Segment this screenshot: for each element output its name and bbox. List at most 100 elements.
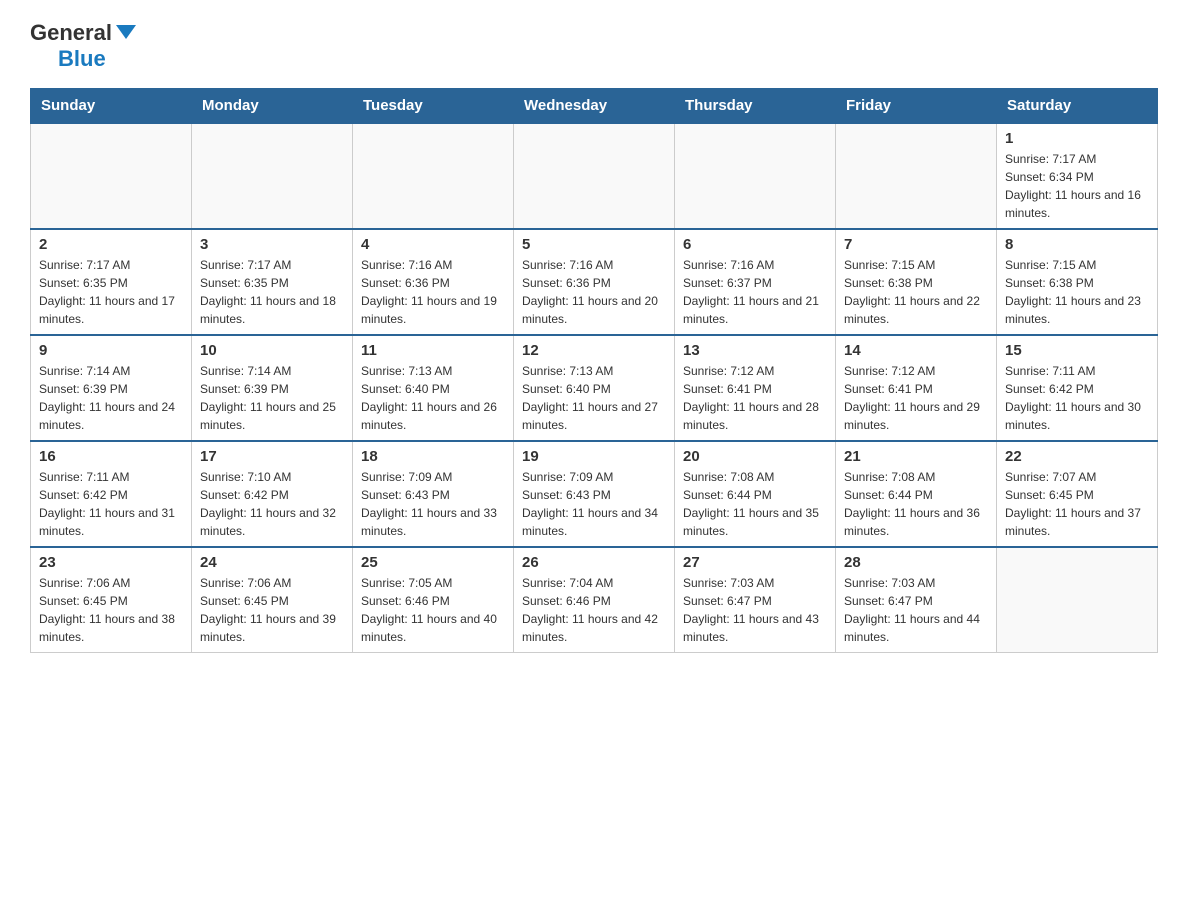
calendar-cell: 12 Sunrise: 7:13 AMSunset: 6:40 PMDayligh… (514, 335, 675, 441)
calendar-cell: 10 Sunrise: 7:14 AMSunset: 6:39 PMDayligh… (192, 335, 353, 441)
day-number: 9 (39, 342, 183, 359)
calendar-cell (836, 123, 997, 229)
weekday-header-saturday: Saturday (997, 89, 1158, 124)
day-info: Sunrise: 7:10 AMSunset: 6:42 PMDaylight:… (200, 468, 344, 540)
logo-blue-line: Blue (30, 46, 106, 72)
day-info: Sunrise: 7:13 AMSunset: 6:40 PMDaylight:… (522, 362, 666, 434)
weekday-header-thursday: Thursday (675, 89, 836, 124)
calendar-cell: 4 Sunrise: 7:16 AMSunset: 6:36 PMDaylight… (353, 229, 514, 335)
calendar-cell: 20 Sunrise: 7:08 AMSunset: 6:44 PMDayligh… (675, 441, 836, 547)
weekday-header-tuesday: Tuesday (353, 89, 514, 124)
day-number: 23 (39, 554, 183, 571)
day-number: 17 (200, 448, 344, 465)
calendar-cell: 15 Sunrise: 7:11 AMSunset: 6:42 PMDayligh… (997, 335, 1158, 441)
day-number: 4 (361, 236, 505, 253)
day-info: Sunrise: 7:04 AMSunset: 6:46 PMDaylight:… (522, 574, 666, 646)
day-number: 13 (683, 342, 827, 359)
day-number: 2 (39, 236, 183, 253)
day-info: Sunrise: 7:05 AMSunset: 6:46 PMDaylight:… (361, 574, 505, 646)
calendar-cell: 21Sunrise: 7:08 AMSunset: 6:44 PMDayligh… (836, 441, 997, 547)
day-info: Sunrise: 7:13 AMSunset: 6:40 PMDaylight:… (361, 362, 505, 434)
day-number: 22 (1005, 448, 1149, 465)
day-info: Sunrise: 7:12 AMSunset: 6:41 PMDaylight:… (683, 362, 827, 434)
calendar-cell: 6 Sunrise: 7:16 AMSunset: 6:37 PMDaylight… (675, 229, 836, 335)
day-info: Sunrise: 7:17 AMSunset: 6:35 PMDaylight:… (200, 256, 344, 328)
day-number: 7 (844, 236, 988, 253)
day-number: 6 (683, 236, 827, 253)
day-number: 15 (1005, 342, 1149, 359)
day-info: Sunrise: 7:17 AMSunset: 6:35 PMDaylight:… (39, 256, 183, 328)
day-number: 28 (844, 554, 988, 571)
day-number: 8 (1005, 236, 1149, 253)
day-info: Sunrise: 7:03 AMSunset: 6:47 PMDaylight:… (683, 574, 827, 646)
calendar-cell: 19Sunrise: 7:09 AMSunset: 6:43 PMDayligh… (514, 441, 675, 547)
calendar-cell: 17 Sunrise: 7:10 AMSunset: 6:42 PMDayligh… (192, 441, 353, 547)
day-info: Sunrise: 7:06 AMSunset: 6:45 PMDaylight:… (39, 574, 183, 646)
calendar-cell: 14 Sunrise: 7:12 AMSunset: 6:41 PMDayligh… (836, 335, 997, 441)
day-number: 5 (522, 236, 666, 253)
calendar-week-row: 9 Sunrise: 7:14 AMSunset: 6:39 PMDaylight… (31, 335, 1158, 441)
day-number: 16 (39, 448, 183, 465)
calendar-cell: 23 Sunrise: 7:06 AMSunset: 6:45 PMDayligh… (31, 547, 192, 653)
day-info: Sunrise: 7:08 AMSunset: 6:44 PMDaylight:… (683, 468, 827, 540)
day-number: 19 (522, 448, 666, 465)
day-info: Sunrise: 7:15 AMSunset: 6:38 PMDaylight:… (1005, 256, 1149, 328)
day-info: Sunrise: 7:11 AMSunset: 6:42 PMDaylight:… (1005, 362, 1149, 434)
calendar-week-row: 1 Sunrise: 7:17 AMSunset: 6:34 PMDaylight… (31, 123, 1158, 229)
calendar-cell: 8 Sunrise: 7:15 AMSunset: 6:38 PMDaylight… (997, 229, 1158, 335)
day-number: 27 (683, 554, 827, 571)
calendar-cell (31, 123, 192, 229)
day-number: 14 (844, 342, 988, 359)
page-header: General Blue (30, 20, 1158, 72)
calendar-cell (514, 123, 675, 229)
day-info: Sunrise: 7:09 AMSunset: 6:43 PMDaylight:… (361, 468, 505, 540)
day-number: 11 (361, 342, 505, 359)
calendar-cell: 3 Sunrise: 7:17 AMSunset: 6:35 PMDaylight… (192, 229, 353, 335)
day-info: Sunrise: 7:16 AMSunset: 6:37 PMDaylight:… (683, 256, 827, 328)
day-number: 10 (200, 342, 344, 359)
day-number: 3 (200, 236, 344, 253)
calendar-cell: 18Sunrise: 7:09 AMSunset: 6:43 PMDayligh… (353, 441, 514, 547)
day-info: Sunrise: 7:17 AMSunset: 6:34 PMDaylight:… (1005, 150, 1149, 222)
calendar-cell: 7 Sunrise: 7:15 AMSunset: 6:38 PMDaylight… (836, 229, 997, 335)
calendar-cell: 9 Sunrise: 7:14 AMSunset: 6:39 PMDaylight… (31, 335, 192, 441)
calendar-cell (675, 123, 836, 229)
day-info: Sunrise: 7:14 AMSunset: 6:39 PMDaylight:… (200, 362, 344, 434)
day-info: Sunrise: 7:14 AMSunset: 6:39 PMDaylight:… (39, 362, 183, 434)
calendar-cell: 25 Sunrise: 7:05 AMSunset: 6:46 PMDayligh… (353, 547, 514, 653)
calendar-cell: 28Sunrise: 7:03 AMSunset: 6:47 PMDayligh… (836, 547, 997, 653)
weekday-header-wednesday: Wednesday (514, 89, 675, 124)
weekday-header-row: SundayMondayTuesdayWednesdayThursdayFrid… (31, 89, 1158, 124)
logo: General Blue (30, 20, 136, 72)
logo-text-general: General (30, 20, 136, 45)
day-number: 25 (361, 554, 505, 571)
calendar-cell: 13 Sunrise: 7:12 AMSunset: 6:41 PMDayligh… (675, 335, 836, 441)
day-info: Sunrise: 7:08 AMSunset: 6:44 PMDaylight:… (844, 468, 988, 540)
calendar-table: SundayMondayTuesdayWednesdayThursdayFrid… (30, 88, 1158, 653)
calendar-cell: 2 Sunrise: 7:17 AMSunset: 6:35 PMDaylight… (31, 229, 192, 335)
day-info: Sunrise: 7:15 AMSunset: 6:38 PMDaylight:… (844, 256, 988, 328)
weekday-header-friday: Friday (836, 89, 997, 124)
day-info: Sunrise: 7:11 AMSunset: 6:42 PMDaylight:… (39, 468, 183, 540)
day-info: Sunrise: 7:16 AMSunset: 6:36 PMDaylight:… (361, 256, 505, 328)
weekday-header-sunday: Sunday (31, 89, 192, 124)
calendar-cell: 24Sunrise: 7:06 AMSunset: 6:45 PMDayligh… (192, 547, 353, 653)
calendar-cell (192, 123, 353, 229)
weekday-header-monday: Monday (192, 89, 353, 124)
logo-triangle-icon (116, 25, 136, 39)
calendar-week-row: 16 Sunrise: 7:11 AMSunset: 6:42 PMDayligh… (31, 441, 1158, 547)
calendar-cell: 16 Sunrise: 7:11 AMSunset: 6:42 PMDayligh… (31, 441, 192, 547)
calendar-cell: 27 Sunrise: 7:03 AMSunset: 6:47 PMDayligh… (675, 547, 836, 653)
day-info: Sunrise: 7:16 AMSunset: 6:36 PMDaylight:… (522, 256, 666, 328)
day-number: 12 (522, 342, 666, 359)
calendar-cell (353, 123, 514, 229)
calendar-cell: 1 Sunrise: 7:17 AMSunset: 6:34 PMDaylight… (997, 123, 1158, 229)
day-info: Sunrise: 7:07 AMSunset: 6:45 PMDaylight:… (1005, 468, 1149, 540)
logo-general-line: General (30, 20, 136, 46)
day-number: 1 (1005, 130, 1149, 147)
day-info: Sunrise: 7:12 AMSunset: 6:41 PMDaylight:… (844, 362, 988, 434)
logo-text-blue: Blue (58, 46, 106, 71)
calendar-cell: 22 Sunrise: 7:07 AMSunset: 6:45 PMDayligh… (997, 441, 1158, 547)
day-number: 20 (683, 448, 827, 465)
calendar-cell (997, 547, 1158, 653)
